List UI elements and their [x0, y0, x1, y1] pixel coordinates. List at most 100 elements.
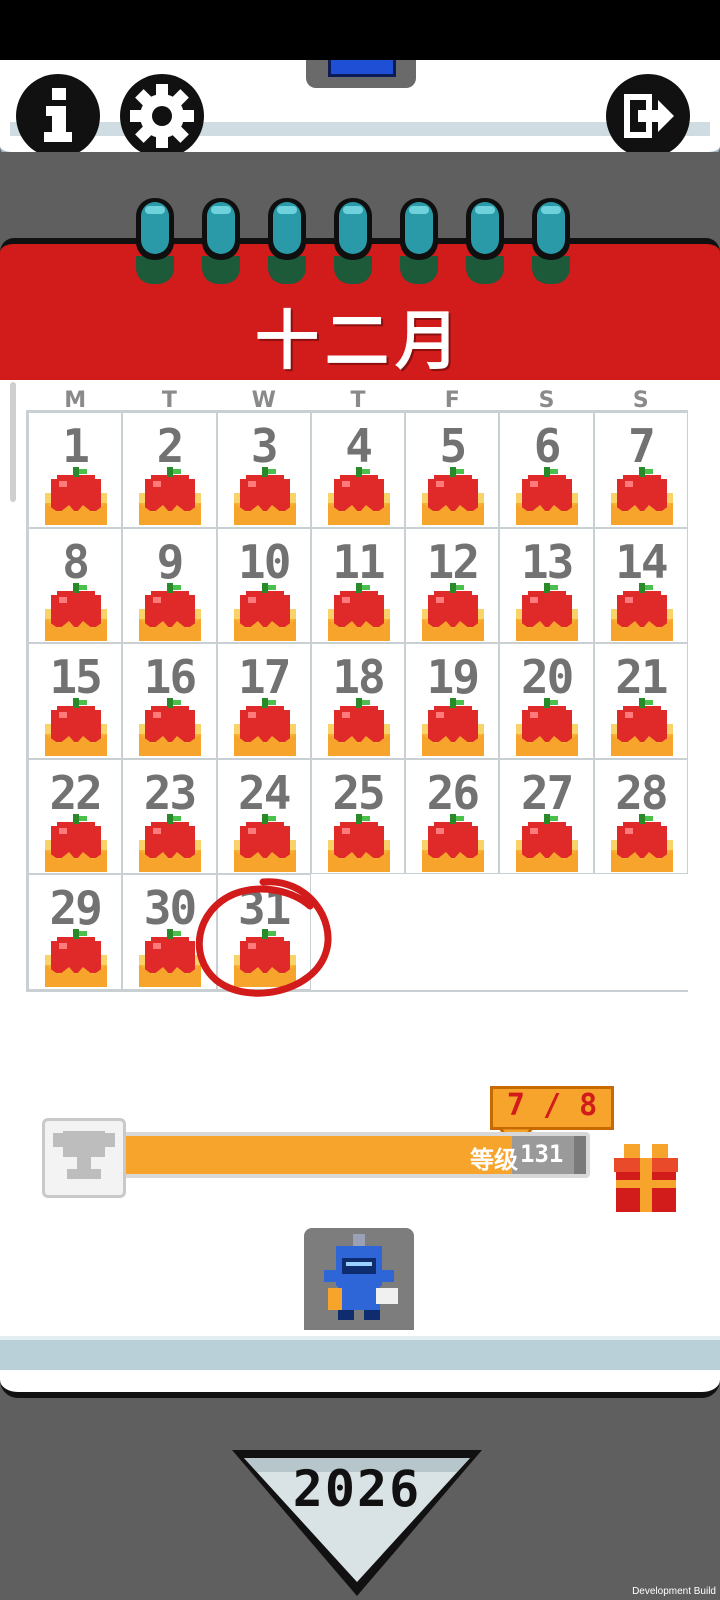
day-number: 29: [49, 881, 102, 936]
day-cell-11[interactable]: 11: [310, 527, 406, 645]
day-cell-10[interactable]: 10: [216, 527, 311, 644]
day-cell-6[interactable]: 6: [499, 412, 594, 528]
bottom-frame: [0, 1330, 720, 1398]
day-number: 25: [332, 765, 385, 820]
info-icon: [44, 88, 72, 142]
empty-cell: [499, 874, 594, 990]
apple-reward: [610, 467, 673, 529]
day-cell-9[interactable]: 9: [122, 527, 217, 645]
day-cell-20[interactable]: 20: [499, 643, 594, 759]
apple-reward: [327, 813, 390, 876]
day-cell-23[interactable]: 23: [122, 758, 217, 875]
day-cell-22[interactable]: 22: [28, 758, 123, 875]
day-number: 20: [520, 650, 574, 705]
apple-reward: [610, 698, 673, 760]
day-number: 3: [250, 419, 279, 473]
apple-icon: [45, 467, 107, 525]
apple-reward: [139, 582, 202, 645]
day-cell-21[interactable]: 21: [593, 643, 689, 760]
day-cell-2[interactable]: 2: [122, 412, 217, 528]
scrollbar[interactable]: [10, 382, 16, 502]
apple-reward: [45, 467, 107, 529]
apple-reward: [610, 813, 673, 876]
apple-reward: [233, 813, 296, 876]
settings-button[interactable]: [120, 74, 204, 158]
day-cell-25[interactable]: 25: [310, 758, 406, 876]
apple-reward: [422, 698, 485, 760]
apple-icon: [516, 467, 579, 525]
day-number: 15: [49, 650, 102, 705]
apple-reward: [327, 698, 390, 760]
day-cell-18[interactable]: 18: [310, 643, 406, 760]
level-value: 131: [520, 1140, 564, 1168]
day-cell-26[interactable]: 26: [405, 758, 500, 875]
day-cell-24[interactable]: 24: [216, 758, 311, 876]
apple-icon: [610, 813, 673, 872]
day-cell-28[interactable]: 28: [593, 758, 689, 876]
day-number: 14: [615, 534, 668, 589]
day-number: 24: [238, 765, 291, 820]
apple-icon: [422, 467, 485, 525]
day-cell-13[interactable]: 13: [499, 527, 594, 645]
apple-reward: [327, 467, 390, 529]
empty-cell: [593, 874, 689, 990]
status-bar: [0, 0, 720, 60]
day-cell-16[interactable]: 16: [122, 643, 217, 760]
day-number: 16: [143, 650, 197, 705]
day-number: 13: [520, 534, 574, 589]
day-cell-29[interactable]: 29: [28, 874, 123, 991]
apple-icon: [45, 929, 107, 988]
day-number: 9: [156, 534, 185, 589]
day-cell-19[interactable]: 19: [405, 643, 500, 760]
day-number: 6: [533, 419, 562, 473]
avatar-button[interactable]: [304, 1228, 414, 1338]
day-number: 22: [49, 765, 102, 820]
apple-icon: [45, 582, 107, 641]
day-cell-14[interactable]: 14: [593, 527, 689, 644]
apple-reward: [422, 582, 485, 645]
apple-icon: [327, 582, 390, 641]
trophy-button[interactable]: [42, 1118, 126, 1198]
apple-reward: [45, 929, 107, 991]
day-number: 27: [520, 765, 574, 820]
progress-count: 7 / 8: [506, 1088, 598, 1123]
apple-icon: [327, 698, 390, 757]
apple-reward: [422, 467, 485, 529]
info-button[interactable]: [16, 74, 100, 158]
day-cell-12[interactable]: 12: [405, 527, 500, 645]
gift-icon[interactable]: [614, 1140, 678, 1214]
apple-reward: [327, 582, 390, 645]
day-cell-8[interactable]: 8: [28, 527, 123, 644]
apple-icon: [233, 813, 296, 872]
day-number: 26: [426, 765, 480, 820]
day-cell-3[interactable]: 3: [216, 412, 311, 528]
day-cell-4[interactable]: 4: [310, 412, 406, 529]
apple-icon: [139, 582, 202, 641]
day-cell-17[interactable]: 17: [216, 643, 311, 759]
top-drawer-tab[interactable]: [306, 60, 416, 88]
apple-icon: [139, 467, 202, 525]
apple-icon: [516, 698, 579, 757]
exit-button[interactable]: [606, 74, 690, 158]
apple-icon: [610, 582, 673, 641]
knight-avatar-icon: [324, 1234, 398, 1320]
apple-reward: [45, 698, 107, 760]
apple-reward: [139, 698, 202, 760]
apple-reward: [516, 582, 579, 645]
day-cell-1[interactable]: 1: [28, 412, 123, 529]
day-cell-27[interactable]: 27: [499, 758, 594, 876]
day-cell-15[interactable]: 15: [28, 643, 123, 760]
day-number: 10: [238, 534, 291, 589]
apple-icon: [327, 467, 390, 525]
apple-icon: [516, 813, 579, 872]
apple-icon: [45, 698, 107, 757]
level-progress-fill: [120, 1136, 520, 1174]
day-number: 21: [615, 650, 668, 705]
gear-icon: [130, 84, 194, 148]
day-number: 5: [439, 419, 467, 473]
apple-icon: [45, 813, 107, 872]
apple-reward: [516, 813, 579, 876]
day-cell-7[interactable]: 7: [593, 412, 689, 529]
day-number: 23: [143, 765, 197, 820]
day-cell-5[interactable]: 5: [405, 412, 500, 529]
